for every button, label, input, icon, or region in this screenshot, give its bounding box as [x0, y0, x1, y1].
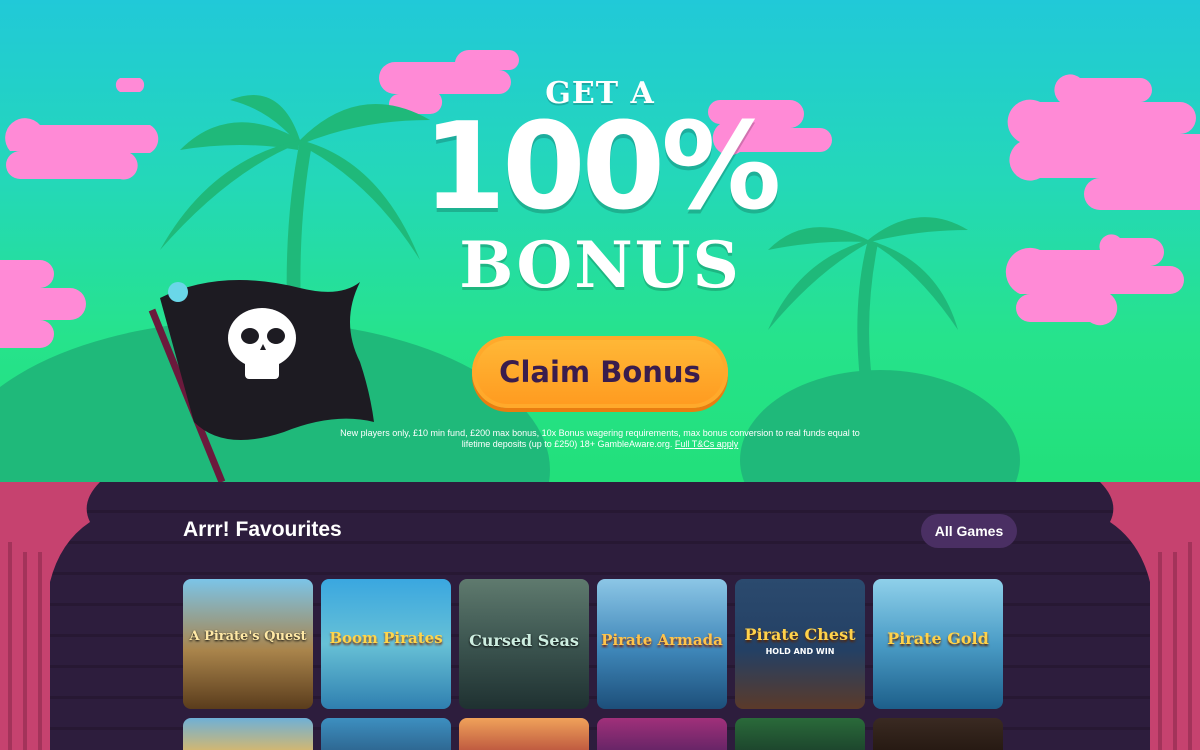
- game-tile[interactable]: [321, 718, 451, 750]
- terms-text: New players only, £10 min fund, £200 max…: [340, 428, 860, 450]
- game-title: Pirate Chest: [744, 625, 856, 644]
- section-title: Arrr! Favourites: [183, 518, 342, 541]
- hero-line-bonus: BONUS: [459, 228, 741, 303]
- game-title: Pirate Armada: [601, 631, 723, 649]
- game-tile[interactable]: [597, 718, 727, 750]
- terms-body: New players only, £10 min fund, £200 max…: [340, 428, 860, 449]
- game-tile[interactable]: [459, 718, 589, 750]
- right-hill: [740, 370, 1020, 482]
- all-games-button[interactable]: All Games: [921, 514, 1017, 548]
- game-title: Boom Pirates: [329, 629, 443, 647]
- game-tile-pirates-quest[interactable]: A Pirate's Quest: [183, 579, 313, 709]
- game-tile[interactable]: [873, 718, 1003, 750]
- full-terms-link[interactable]: Full T&Cs apply: [675, 439, 738, 449]
- game-title: A Pirate's Quest: [189, 629, 307, 644]
- game-tile[interactable]: [183, 718, 313, 750]
- game-tile-pirate-chest[interactable]: Pirate Chest HOLD AND WIN: [735, 579, 865, 709]
- game-subtitle: HOLD AND WIN: [765, 647, 835, 656]
- claim-bonus-label: Claim Bonus: [499, 355, 701, 389]
- game-tile-cursed-seas[interactable]: Cursed Seas: [459, 579, 589, 709]
- hero-banner: GET A 100% BONUS Claim Bonus New players…: [0, 0, 1200, 482]
- hero-headline-percent: 100%: [422, 98, 782, 237]
- game-tile-pirate-armada[interactable]: Pirate Armada: [597, 579, 727, 709]
- game-tile[interactable]: [735, 718, 865, 750]
- favourites-section: Arrr! Favourites All Games A Pirate's Qu…: [0, 482, 1200, 750]
- game-tile-boom-pirates[interactable]: Boom Pirates: [321, 579, 451, 709]
- game-title: Cursed Seas: [469, 631, 579, 650]
- game-title: Pirate Gold: [887, 629, 989, 648]
- right-curtain: [1100, 482, 1200, 750]
- left-curtain: [0, 482, 100, 750]
- game-tile-pirate-gold[interactable]: Pirate Gold: [873, 579, 1003, 709]
- claim-bonus-button[interactable]: Claim Bonus: [472, 336, 728, 408]
